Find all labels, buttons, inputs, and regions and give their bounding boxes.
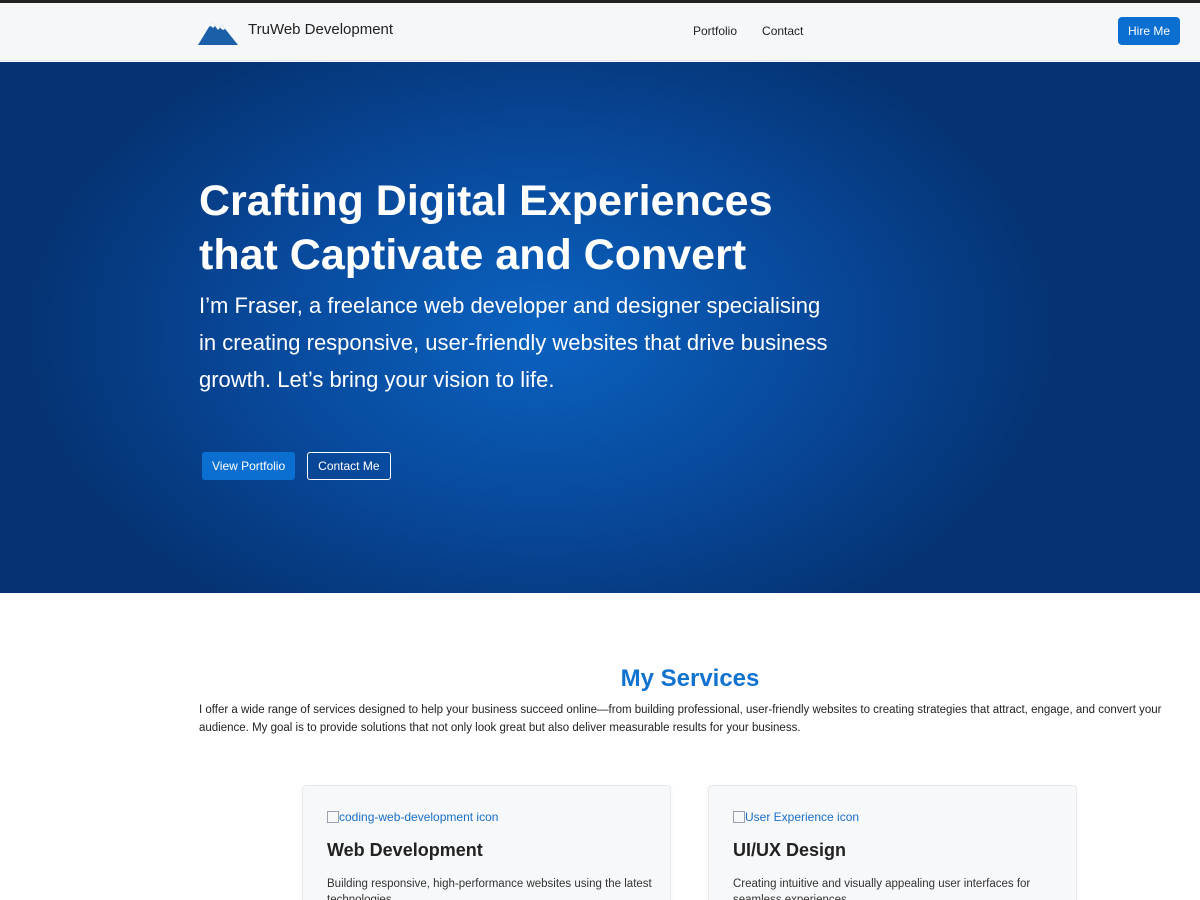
card-icon-alt-text: coding-web-development icon <box>339 810 499 824</box>
nav-link-portfolio[interactable]: Portfolio <box>693 24 737 38</box>
user-experience-icon: User Experience icon <box>733 810 859 824</box>
card-title: Web Development <box>327 840 483 860</box>
card-text: Creating intuitive and visually appealin… <box>733 878 1031 900</box>
card-title: UI/UX Design <box>733 840 847 860</box>
coding-web-development-icon: coding-web-development icon <box>327 810 498 824</box>
broken-image-icon <box>327 811 339 823</box>
main-nav: Portfolio Contact <box>693 24 803 38</box>
card-text: Building responsive, high-performance we… <box>327 878 652 900</box>
view-portfolio-button[interactable]: View Portfolio <box>202 452 296 480</box>
nav-link-contact[interactable]: Contact <box>762 24 803 38</box>
navbar: TruWeb Development Portfolio Contact Hir… <box>0 3 1200 61</box>
hire-me-button[interactable]: Hire Me <box>1118 17 1180 45</box>
hero-actions: View Portfolio Contact Me <box>202 452 391 480</box>
broken-image-icon <box>733 811 745 823</box>
hero-title: Crafting Digital Experiences that Captiv… <box>199 177 773 279</box>
mountain-logo-icon <box>198 22 238 45</box>
services-description: I offer a wide range of services designe… <box>199 704 1162 734</box>
card-icon-alt-text: User Experience icon <box>745 810 860 824</box>
service-card-web-development: coding-web-development icon Web Developm… <box>302 785 671 900</box>
brand-name: TruWeb Development <box>248 20 394 38</box>
contact-me-button[interactable]: Contact Me <box>307 452 391 480</box>
hero-section: Crafting Digital Experiences that Captiv… <box>0 62 1200 593</box>
service-card-ui-ux-design: User Experience icon UI/UX Design Creati… <box>708 785 1077 900</box>
brand-link[interactable]: TruWeb Development <box>198 17 393 45</box>
hero-subtitle: I’m Fraser, a freelance web developer an… <box>199 293 828 392</box>
services-title: My Services <box>620 665 760 692</box>
